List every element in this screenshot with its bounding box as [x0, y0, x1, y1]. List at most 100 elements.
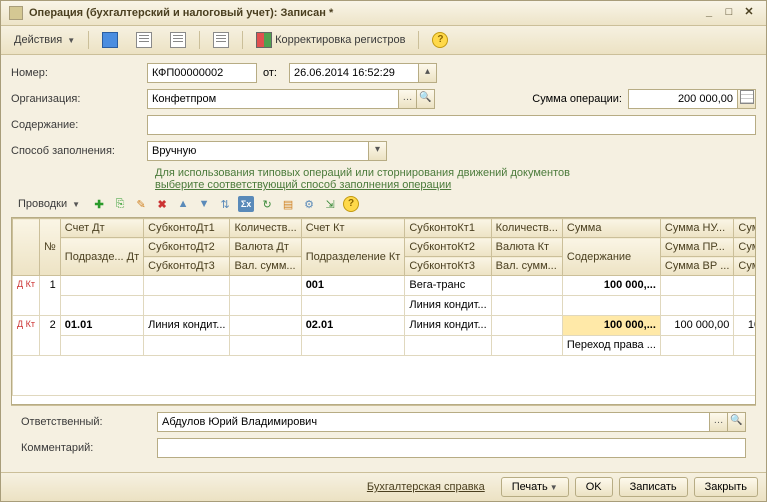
- col-qty-dt[interactable]: Количеств...: [230, 219, 301, 238]
- cell-content[interactable]: Переход права ...: [562, 336, 660, 356]
- date-stepper[interactable]: ▴: [419, 63, 437, 83]
- table-row[interactable]: Переход права ...: [13, 336, 757, 356]
- col-vr-kt[interactable]: Сумма ВР ...: [734, 257, 756, 276]
- table-row[interactable]: Д Кт 2 01.01 Линия кондит... 02.01 Линия…: [13, 316, 757, 336]
- help-button[interactable]: ?: [425, 29, 455, 51]
- cell-qty-dt[interactable]: [230, 316, 301, 336]
- cell-pr-kt[interactable]: [734, 336, 756, 356]
- col-sub-kt2[interactable]: СубконтоКт2: [405, 238, 491, 257]
- accounting-reference-link[interactable]: Бухгалтерская справка: [367, 481, 485, 493]
- table-row-empty[interactable]: [13, 356, 757, 396]
- responsible-select-button[interactable]: …: [710, 412, 728, 432]
- date-input[interactable]: [289, 63, 419, 83]
- cell-content[interactable]: [562, 296, 660, 316]
- col-cursum-dt[interactable]: Вал. сумм...: [230, 257, 301, 276]
- cell-acc-dt[interactable]: 01.01: [60, 316, 143, 336]
- org-select-button[interactable]: …: [399, 89, 417, 109]
- registers-correction-button[interactable]: Корректировка регистров: [249, 29, 412, 51]
- cell-sub-dt2[interactable]: [144, 296, 230, 316]
- col-dept-kt[interactable]: Подразделение Кт: [301, 238, 405, 276]
- content-input[interactable]: [147, 115, 756, 135]
- refresh-button[interactable]: ↻: [258, 195, 276, 213]
- export-button[interactable]: ⇲: [321, 195, 339, 213]
- cell-sum[interactable]: 100 000,...: [562, 316, 660, 336]
- cell-pr-dt[interactable]: [660, 336, 734, 356]
- delete-row-button[interactable]: ✖: [153, 195, 171, 213]
- sum-input[interactable]: [628, 89, 738, 109]
- maximize-button[interactable]: □: [720, 5, 738, 21]
- actions-menu[interactable]: Действия▼: [7, 31, 82, 49]
- fill-input[interactable]: [147, 141, 369, 161]
- cell-nu-kt[interactable]: [734, 276, 756, 296]
- sigma-button[interactable]: Σx: [237, 195, 255, 213]
- settings-button[interactable]: ⚙: [300, 195, 318, 213]
- col-marker[interactable]: [13, 219, 40, 276]
- col-nu-dt[interactable]: Сумма НУ...: [660, 219, 734, 238]
- col-acc-dt[interactable]: Счет Дт: [60, 219, 143, 238]
- filter-button[interactable]: ▤: [279, 195, 297, 213]
- col-sub-kt3[interactable]: СубконтоКт3: [405, 257, 491, 276]
- col-acc-kt[interactable]: Счет Кт: [301, 219, 405, 238]
- copy-row-button[interactable]: ⎘: [111, 195, 129, 213]
- cell-acc-dt[interactable]: [60, 276, 143, 296]
- move-up-button[interactable]: ▲: [174, 195, 192, 213]
- ok-button[interactable]: OK: [575, 477, 613, 497]
- col-sub-dt3[interactable]: СубконтоДт3: [144, 257, 230, 276]
- add-row-button[interactable]: ✚: [90, 195, 108, 213]
- cell-dept-dt[interactable]: [60, 336, 143, 356]
- minimize-button[interactable]: _: [700, 5, 718, 21]
- col-pr-kt[interactable]: Сумма ПР...: [734, 238, 756, 257]
- fill-dropdown-button[interactable]: ▾: [369, 141, 387, 161]
- cell-acc-kt[interactable]: 001: [301, 276, 405, 296]
- cell-pr-kt[interactable]: [734, 296, 756, 316]
- org-field[interactable]: … 🔍: [147, 89, 437, 109]
- fill-hint-link[interactable]: выберите соответствующий способ заполнен…: [155, 179, 451, 191]
- sum-calc-button[interactable]: [738, 89, 756, 109]
- col-sum[interactable]: Сумма: [562, 219, 660, 238]
- cell-qty-kt[interactable]: [491, 316, 562, 336]
- nav-right-button[interactable]: [163, 29, 193, 51]
- col-cur-dt[interactable]: Валюта Дт: [230, 238, 301, 257]
- col-vr-dt[interactable]: Сумма ВР ...: [660, 257, 734, 276]
- col-n[interactable]: №: [39, 219, 60, 276]
- cell-dept-dt[interactable]: [60, 296, 143, 316]
- col-nu-kt[interactable]: Сумма НУ...: [734, 219, 756, 238]
- cell-acc-kt[interactable]: 02.01: [301, 316, 405, 336]
- col-sub-kt1[interactable]: СубконтоКт1: [405, 219, 491, 238]
- col-pr-dt[interactable]: Сумма ПР...: [660, 238, 734, 257]
- org-input[interactable]: [147, 89, 399, 109]
- cell-cur-dt[interactable]: [230, 336, 301, 356]
- cell-cur-kt[interactable]: [491, 336, 562, 356]
- table-row[interactable]: Линия кондит...: [13, 296, 757, 316]
- date-field[interactable]: ▴: [289, 63, 437, 83]
- cell-sub-kt2[interactable]: [405, 336, 491, 356]
- table-row[interactable]: Д Кт 1 001 Вега-транс 100 000,...: [13, 276, 757, 296]
- cell-qty-kt[interactable]: [491, 276, 562, 296]
- cell-dept-kt[interactable]: [301, 336, 405, 356]
- col-qty-kt[interactable]: Количеств...: [491, 219, 562, 238]
- cell-sub-kt2[interactable]: Линия кондит...: [405, 296, 491, 316]
- cell-nu-kt[interactable]: 100 000,00: [734, 316, 756, 336]
- cell-qty-dt[interactable]: [230, 276, 301, 296]
- comment-input[interactable]: [157, 438, 746, 458]
- write-button[interactable]: Записать: [619, 477, 688, 497]
- cell-nu-dt[interactable]: 100 000,00: [660, 316, 734, 336]
- close-button[interactable]: ✕: [740, 5, 758, 21]
- number-input[interactable]: [147, 63, 257, 83]
- cell-cur-kt[interactable]: [491, 296, 562, 316]
- col-sub-dt2[interactable]: СубконтоДт2: [144, 238, 230, 257]
- help-grid-button[interactable]: ?: [342, 195, 360, 213]
- cell-nu-dt[interactable]: [660, 276, 734, 296]
- responsible-input[interactable]: [157, 412, 710, 432]
- move-down-button[interactable]: ▼: [195, 195, 213, 213]
- entries-grid[interactable]: № Счет Дт СубконтоДт1 Количеств... Счет …: [11, 217, 756, 405]
- cell-pr-dt[interactable]: [660, 296, 734, 316]
- responsible-lookup-button[interactable]: 🔍: [728, 412, 746, 432]
- cell-sub-dt1[interactable]: Линия кондит...: [144, 316, 230, 336]
- col-sub-dt1[interactable]: СубконтоДт1: [144, 219, 230, 238]
- entries-menu[interactable]: Проводки▼: [11, 195, 87, 213]
- cell-cur-dt[interactable]: [230, 296, 301, 316]
- doc-info-button[interactable]: [206, 29, 236, 51]
- fill-select[interactable]: ▾: [147, 141, 387, 161]
- cell-sum[interactable]: 100 000,...: [562, 276, 660, 296]
